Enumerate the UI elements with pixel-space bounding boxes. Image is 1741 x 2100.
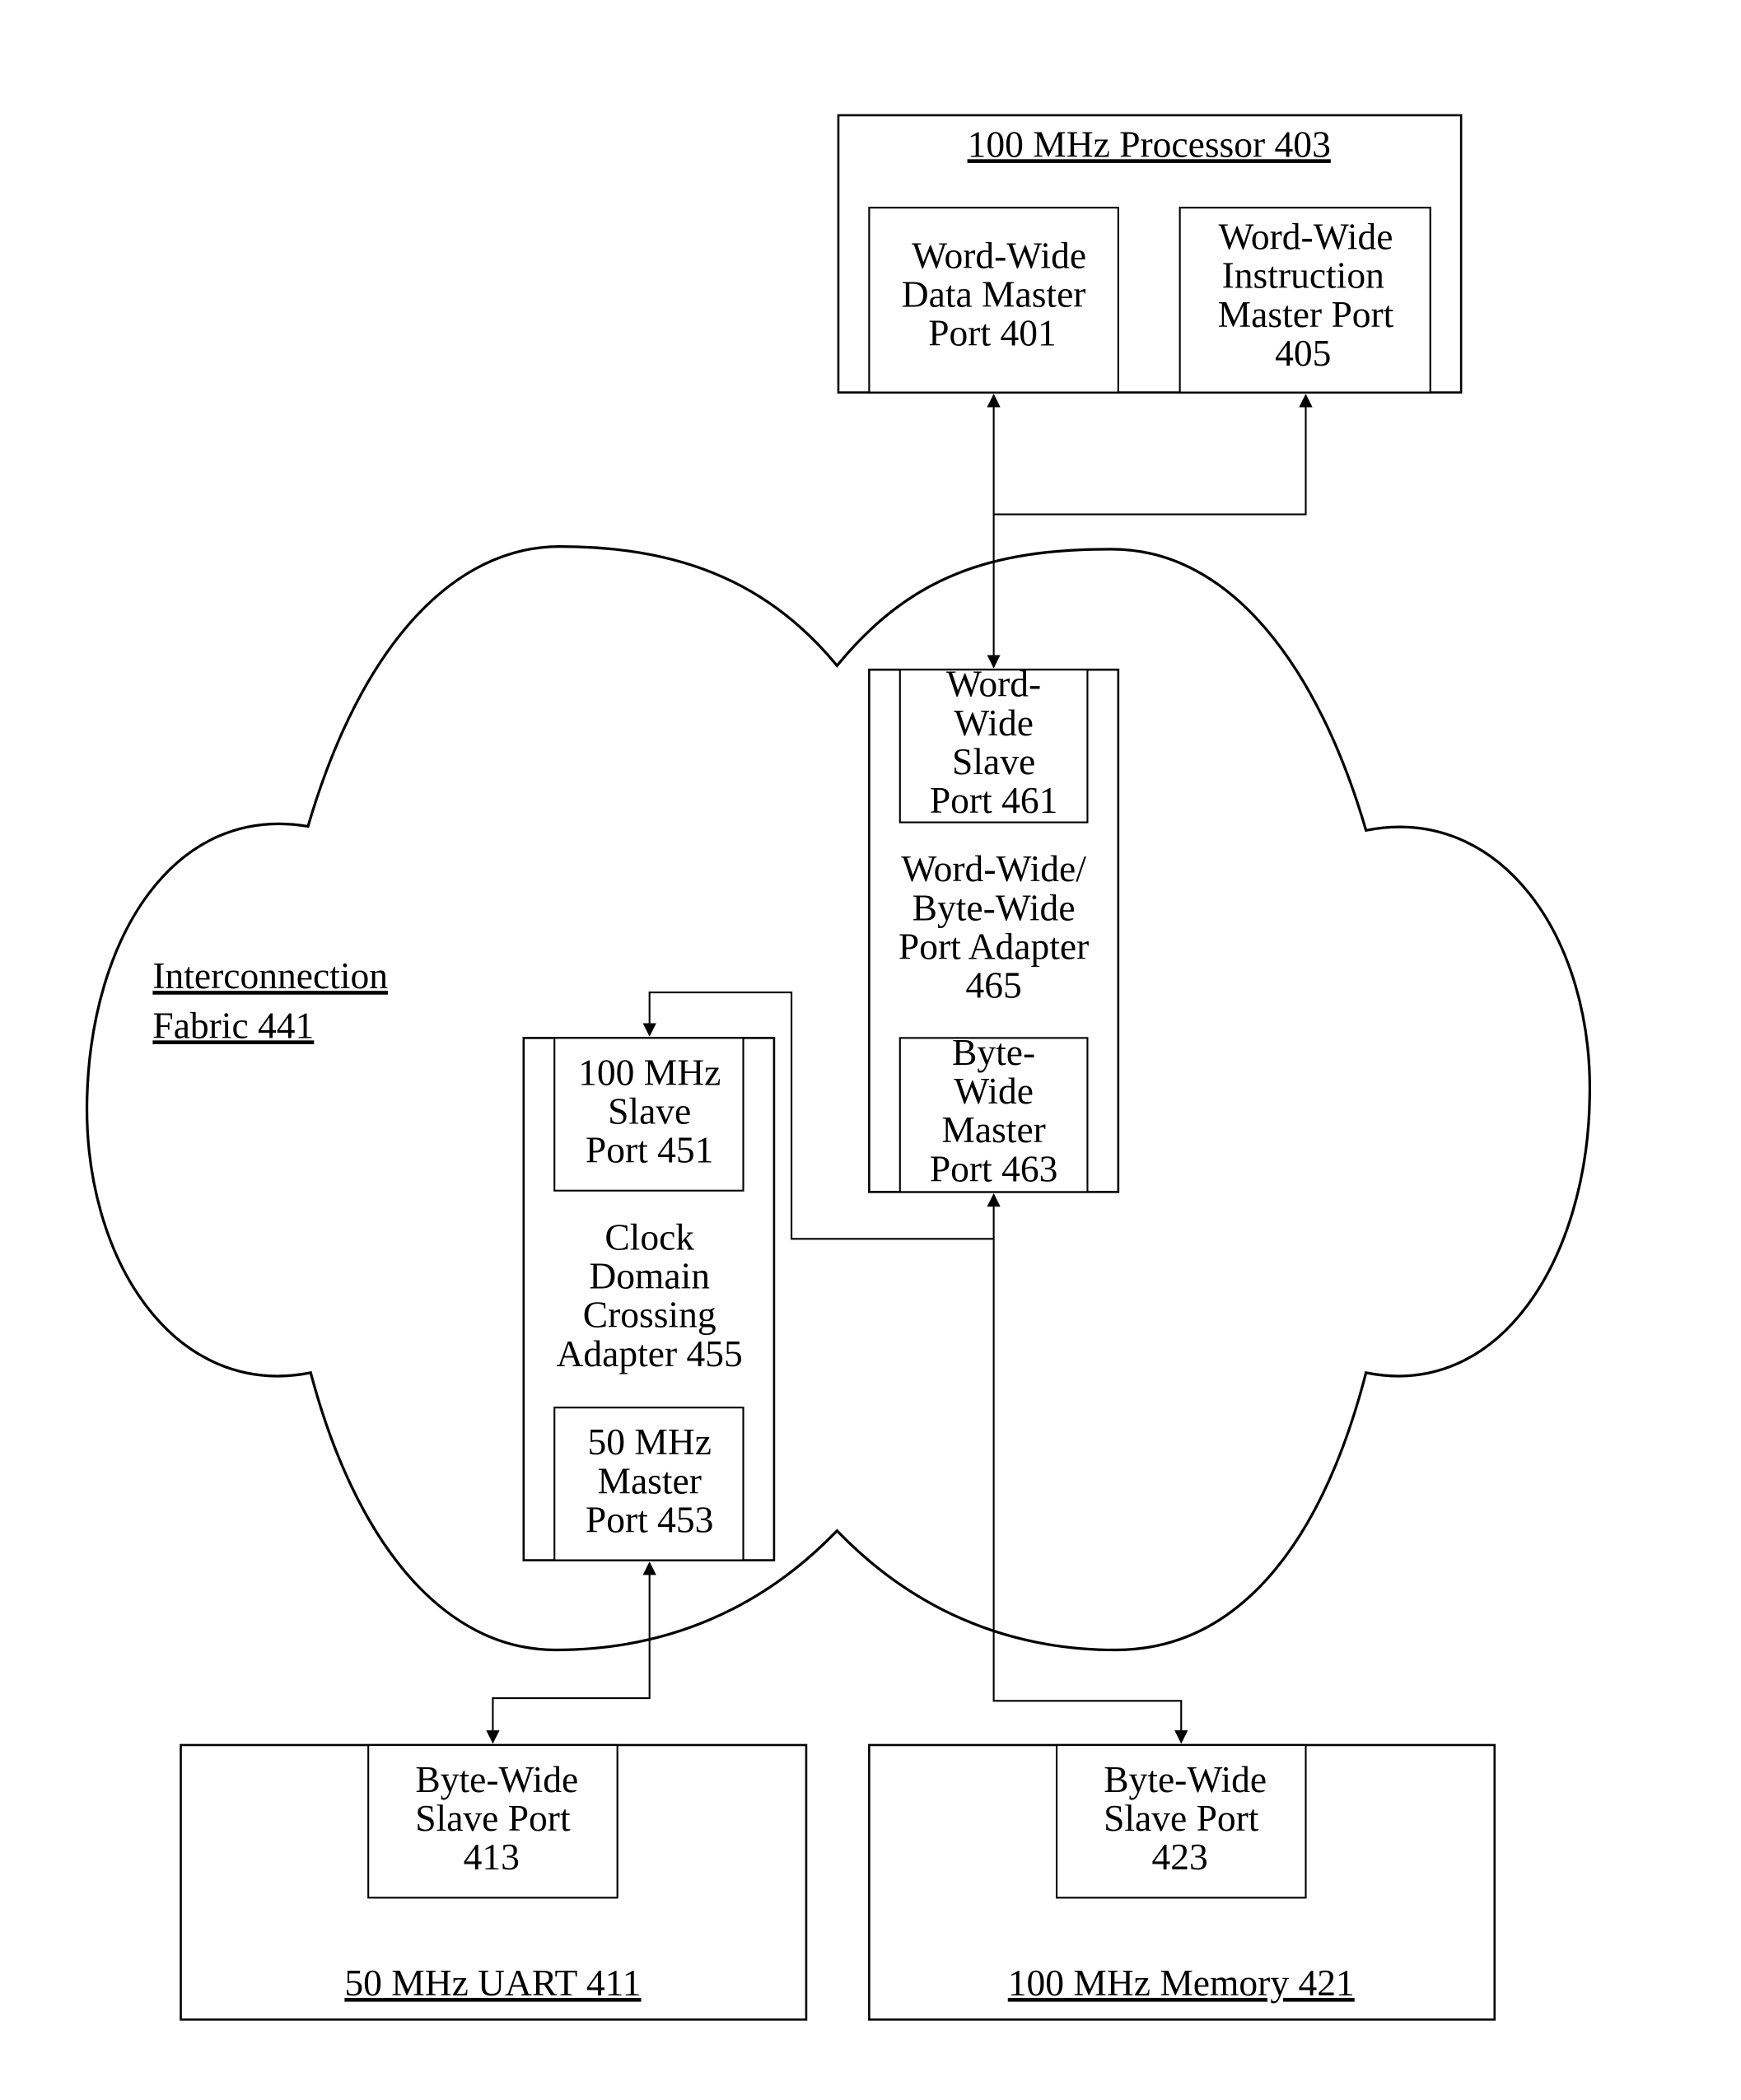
port-461-line4: Port 461	[930, 779, 1058, 821]
link-453-413	[486, 1561, 656, 1744]
interconnection-fabric-cloud	[86, 544, 1591, 1652]
port-461-line3: Slave	[952, 740, 1035, 782]
port-401-line1: Word-Wide	[912, 234, 1086, 276]
port-463-line1: Byte-	[952, 1031, 1035, 1073]
link-405-461	[993, 394, 1313, 516]
port-405-line3: Master Port	[1218, 293, 1394, 335]
link-463-423	[987, 1192, 1188, 1744]
byte-wide-master-port-463: Byte- Wide Master Port 463	[899, 1031, 1089, 1193]
adapter-465-line3: Port Adapter	[899, 925, 1089, 967]
master-port-453: 50 MHz Master Port 453	[553, 1407, 744, 1561]
block-diagram: Interconnection Fabric 441 100 MHz Proce…	[86, 114, 1591, 2021]
data-master-port-401: Word-Wide Data Master Port 401	[868, 207, 1119, 394]
clock-crossing-adapter-455: 100 MHz Slave Port 451 Clock Domain Cros…	[522, 1037, 776, 1561]
port-405-line4: 405	[1275, 332, 1331, 374]
adapter-465-line1: Word-Wide/	[901, 847, 1086, 889]
adapter-455-line3: Crossing	[583, 1294, 716, 1336]
fabric-label-line2: Fabric 441	[152, 1004, 314, 1046]
adapter-455-line2: Domain	[589, 1254, 710, 1296]
word-wide-slave-port-461: Word- Wide Slave Port 461	[899, 663, 1089, 824]
port-413-line2: Slave Port	[415, 1797, 571, 1839]
port-451-line2: Slave	[608, 1090, 691, 1132]
memory-block-421: Byte-Wide Slave Port 423 100 MHz Memory …	[868, 1743, 1496, 2021]
width-adapter-465: Word- Wide Slave Port 461 Word-Wide/ Byt…	[868, 663, 1120, 1193]
port-453-line2: Master	[597, 1459, 701, 1501]
adapter-465-line2: Byte-Wide	[913, 886, 1076, 928]
port-423-line2: Slave Port	[1104, 1797, 1259, 1839]
instruction-master-port-405: Word-Wide Instruction Master Port 405	[1179, 207, 1431, 394]
port-451-line1: 100 MHz	[578, 1051, 721, 1093]
port-453-line1: 50 MHz	[587, 1421, 711, 1463]
port-423-line1: Byte-Wide	[1104, 1758, 1267, 1800]
port-453-line3: Port 453	[586, 1498, 714, 1540]
memory-title: 100 MHz Memory 421	[1008, 1962, 1355, 2004]
port-423-line3: 423	[1152, 1836, 1208, 1878]
byte-wide-slave-port-413: Byte-Wide Slave Port 413	[367, 1743, 618, 1899]
port-463-line4: Port 463	[930, 1147, 1058, 1189]
adapter-465-line4: 465	[965, 964, 1021, 1006]
fabric-label: Interconnection Fabric 441	[152, 954, 388, 1046]
port-461-line1: Word-	[946, 663, 1041, 705]
uart-title: 50 MHz UART 411	[344, 1962, 641, 2004]
processor-title: 100 MHz Processor 403	[968, 123, 1331, 165]
port-413-line3: 413	[464, 1836, 520, 1878]
adapter-455-line1: Clock	[604, 1216, 694, 1258]
adapter-455-line4: Adapter 455	[557, 1332, 743, 1374]
port-405-line2: Instruction	[1222, 254, 1384, 296]
port-461-line2: Wide	[954, 702, 1034, 744]
uart-block-411: Byte-Wide Slave Port 413 50 MHz UART 411	[180, 1743, 808, 2021]
slave-port-451: 100 MHz Slave Port 451	[553, 1037, 744, 1192]
port-405-line1: Word-Wide	[1219, 216, 1393, 258]
port-401-line3: Port 401	[928, 312, 1057, 354]
port-451-line3: Port 451	[586, 1129, 714, 1171]
port-413-line1: Byte-Wide	[415, 1758, 578, 1800]
port-463-line3: Master	[941, 1108, 1045, 1150]
port-463-line2: Wide	[954, 1070, 1034, 1112]
fabric-label-line1: Interconnection	[152, 954, 388, 996]
processor-block: 100 MHz Processor 403 Word-Wide Data Mas…	[837, 114, 1463, 394]
port-401-line2: Data Master	[902, 273, 1086, 315]
byte-wide-slave-port-423: Byte-Wide Slave Port 423	[1055, 1743, 1307, 1899]
